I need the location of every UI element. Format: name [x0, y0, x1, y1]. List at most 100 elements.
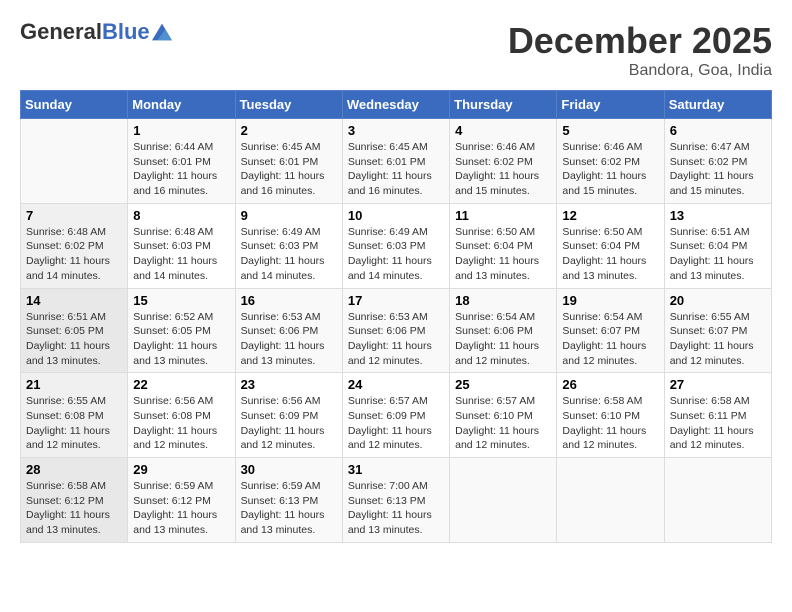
calendar-cell	[21, 119, 128, 204]
day-info: Sunrise: 6:45 AMSunset: 6:01 PMDaylight:…	[241, 140, 337, 199]
day-number: 2	[241, 123, 337, 138]
calendar-cell: 11Sunrise: 6:50 AMSunset: 6:04 PMDayligh…	[450, 203, 557, 288]
day-info: Sunrise: 6:58 AMSunset: 6:11 PMDaylight:…	[670, 394, 766, 453]
day-info: Sunrise: 6:50 AMSunset: 6:04 PMDaylight:…	[562, 225, 658, 284]
day-info: Sunrise: 6:51 AMSunset: 6:05 PMDaylight:…	[26, 310, 122, 369]
day-info: Sunrise: 6:58 AMSunset: 6:10 PMDaylight:…	[562, 394, 658, 453]
calendar-day-header: Tuesday	[235, 91, 342, 119]
day-info: Sunrise: 6:54 AMSunset: 6:06 PMDaylight:…	[455, 310, 551, 369]
calendar-cell	[557, 458, 664, 543]
day-number: 13	[670, 208, 766, 223]
calendar-week-row: 7 Sunrise: 6:48 AMSunset: 6:02 PMDaylight…	[21, 203, 772, 288]
calendar-cell: 8 Sunrise: 6:48 AMSunset: 6:03 PMDaylight…	[128, 203, 235, 288]
day-info: Sunrise: 6:58 AMSunset: 6:12 PMDaylight:…	[26, 479, 122, 538]
day-info: Sunrise: 6:59 AMSunset: 6:13 PMDaylight:…	[241, 479, 337, 538]
calendar-cell: 24Sunrise: 6:57 AMSunset: 6:09 PMDayligh…	[342, 373, 449, 458]
calendar-day-header: Thursday	[450, 91, 557, 119]
day-number: 19	[562, 293, 658, 308]
calendar-cell: 20 Sunrise: 6:55 AMSunset: 6:07 PMDayligh…	[664, 288, 771, 373]
calendar-cell	[450, 458, 557, 543]
calendar-table: SundayMondayTuesdayWednesdayThursdayFrid…	[20, 90, 772, 543]
calendar-cell: 7 Sunrise: 6:48 AMSunset: 6:02 PMDaylight…	[21, 203, 128, 288]
calendar-cell: 28 Sunrise: 6:58 AMSunset: 6:12 PMDayligh…	[21, 458, 128, 543]
month-title: December 2025	[508, 20, 772, 62]
calendar-day-header: Monday	[128, 91, 235, 119]
calendar-cell: 17 Sunrise: 6:53 AMSunset: 6:06 PMDayligh…	[342, 288, 449, 373]
calendar-cell: 18 Sunrise: 6:54 AMSunset: 6:06 PMDayligh…	[450, 288, 557, 373]
calendar-day-header: Sunday	[21, 91, 128, 119]
calendar-cell: 3Sunrise: 6:45 AMSunset: 6:01 PMDaylight…	[342, 119, 449, 204]
day-info: Sunrise: 6:46 AMSunset: 6:02 PMDaylight:…	[562, 140, 658, 199]
day-number: 8	[133, 208, 229, 223]
day-info: Sunrise: 6:57 AMSunset: 6:10 PMDaylight:…	[455, 394, 551, 453]
day-info: Sunrise: 6:48 AMSunset: 6:03 PMDaylight:…	[133, 225, 229, 284]
calendar-cell: 23 Sunrise: 6:56 AMSunset: 6:09 PMDayligh…	[235, 373, 342, 458]
day-info: Sunrise: 6:56 AMSunset: 6:09 PMDaylight:…	[241, 394, 337, 453]
day-number: 18	[455, 293, 551, 308]
calendar-cell: 16 Sunrise: 6:53 AMSunset: 6:06 PMDayligh…	[235, 288, 342, 373]
calendar-day-header: Wednesday	[342, 91, 449, 119]
day-number: 1	[133, 123, 229, 138]
day-info: Sunrise: 6:56 AMSunset: 6:08 PMDaylight:…	[133, 394, 229, 453]
day-number: 17	[348, 293, 444, 308]
logo-icon	[152, 22, 172, 42]
day-info: Sunrise: 6:51 AMSunset: 6:04 PMDaylight:…	[670, 225, 766, 284]
calendar-week-row: 28 Sunrise: 6:58 AMSunset: 6:12 PMDayligh…	[21, 458, 772, 543]
day-number: 26	[562, 377, 658, 392]
day-number: 16	[241, 293, 337, 308]
calendar-cell: 30Sunrise: 6:59 AMSunset: 6:13 PMDayligh…	[235, 458, 342, 543]
calendar-cell: 31Sunrise: 7:00 AMSunset: 6:13 PMDayligh…	[342, 458, 449, 543]
day-info: Sunrise: 6:49 AMSunset: 6:03 PMDaylight:…	[241, 225, 337, 284]
day-number: 9	[241, 208, 337, 223]
calendar-cell: 13 Sunrise: 6:51 AMSunset: 6:04 PMDayligh…	[664, 203, 771, 288]
calendar-cell: 22 Sunrise: 6:56 AMSunset: 6:08 PMDayligh…	[128, 373, 235, 458]
title-block: December 2025 Bandora, Goa, India	[508, 20, 772, 80]
day-info: Sunrise: 6:46 AMSunset: 6:02 PMDaylight:…	[455, 140, 551, 199]
calendar-cell: 19 Sunrise: 6:54 AMSunset: 6:07 PMDayligh…	[557, 288, 664, 373]
day-info: Sunrise: 6:54 AMSunset: 6:07 PMDaylight:…	[562, 310, 658, 369]
day-number: 20	[670, 293, 766, 308]
calendar-day-header: Friday	[557, 91, 664, 119]
calendar-cell: 15Sunrise: 6:52 AMSunset: 6:05 PMDayligh…	[128, 288, 235, 373]
calendar-cell: 27Sunrise: 6:58 AMSunset: 6:11 PMDayligh…	[664, 373, 771, 458]
day-number: 25	[455, 377, 551, 392]
calendar-cell: 5 Sunrise: 6:46 AMSunset: 6:02 PMDaylight…	[557, 119, 664, 204]
calendar-cell: 4 Sunrise: 6:46 AMSunset: 6:02 PMDaylight…	[450, 119, 557, 204]
logo: GeneralBlue	[20, 20, 172, 44]
calendar-cell: 26 Sunrise: 6:58 AMSunset: 6:10 PMDayligh…	[557, 373, 664, 458]
calendar-cell: 6 Sunrise: 6:47 AMSunset: 6:02 PMDaylight…	[664, 119, 771, 204]
day-number: 5	[562, 123, 658, 138]
calendar-cell: 12 Sunrise: 6:50 AMSunset: 6:04 PMDayligh…	[557, 203, 664, 288]
day-info: Sunrise: 6:53 AMSunset: 6:06 PMDaylight:…	[241, 310, 337, 369]
day-number: 4	[455, 123, 551, 138]
calendar-day-header: Saturday	[664, 91, 771, 119]
day-number: 7	[26, 208, 122, 223]
day-number: 31	[348, 462, 444, 477]
day-info: Sunrise: 6:53 AMSunset: 6:06 PMDaylight:…	[348, 310, 444, 369]
day-info: Sunrise: 6:45 AMSunset: 6:01 PMDaylight:…	[348, 140, 444, 199]
day-info: Sunrise: 6:59 AMSunset: 6:12 PMDaylight:…	[133, 479, 229, 538]
calendar-week-row: 14Sunrise: 6:51 AMSunset: 6:05 PMDayligh…	[21, 288, 772, 373]
calendar-cell: 10 Sunrise: 6:49 AMSunset: 6:03 PMDayligh…	[342, 203, 449, 288]
day-number: 28	[26, 462, 122, 477]
day-info: Sunrise: 6:49 AMSunset: 6:03 PMDaylight:…	[348, 225, 444, 284]
day-number: 15	[133, 293, 229, 308]
calendar-cell: 25 Sunrise: 6:57 AMSunset: 6:10 PMDayligh…	[450, 373, 557, 458]
calendar-cell: 21Sunrise: 6:55 AMSunset: 6:08 PMDayligh…	[21, 373, 128, 458]
logo-general-text: General	[20, 19, 102, 44]
calendar-cell: 1Sunrise: 6:44 AMSunset: 6:01 PMDaylight…	[128, 119, 235, 204]
day-number: 10	[348, 208, 444, 223]
day-number: 29	[133, 462, 229, 477]
day-number: 22	[133, 377, 229, 392]
day-number: 12	[562, 208, 658, 223]
day-info: Sunrise: 6:47 AMSunset: 6:02 PMDaylight:…	[670, 140, 766, 199]
day-info: Sunrise: 6:55 AMSunset: 6:07 PMDaylight:…	[670, 310, 766, 369]
calendar-header-row: SundayMondayTuesdayWednesdayThursdayFrid…	[21, 91, 772, 119]
calendar-cell: 14Sunrise: 6:51 AMSunset: 6:05 PMDayligh…	[21, 288, 128, 373]
day-number: 6	[670, 123, 766, 138]
calendar-body: 1Sunrise: 6:44 AMSunset: 6:01 PMDaylight…	[21, 119, 772, 543]
day-number: 23	[241, 377, 337, 392]
day-info: Sunrise: 6:48 AMSunset: 6:02 PMDaylight:…	[26, 225, 122, 284]
calendar-cell: 2 Sunrise: 6:45 AMSunset: 6:01 PMDaylight…	[235, 119, 342, 204]
logo-blue-text: Blue	[102, 19, 150, 44]
